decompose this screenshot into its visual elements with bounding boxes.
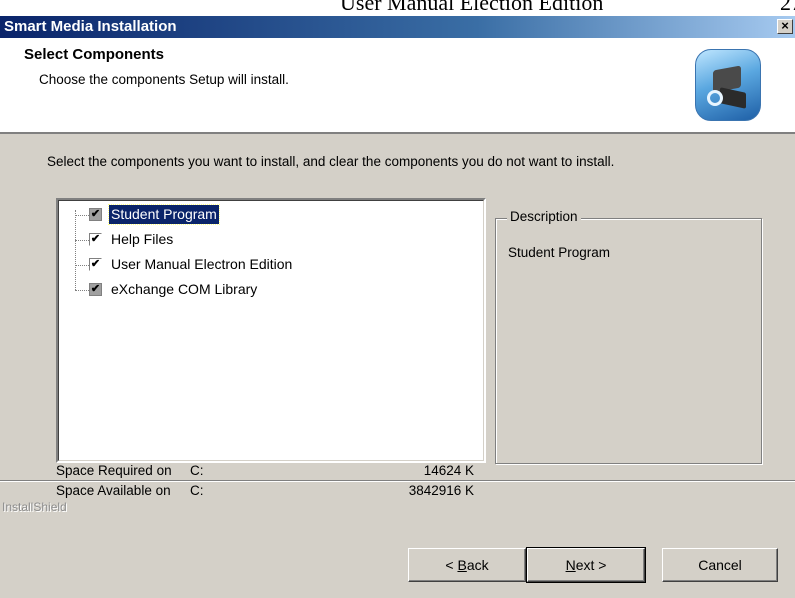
separator: [0, 480, 795, 482]
space-available-value: 3842916 K: [408, 483, 474, 498]
close-icon: ×: [781, 18, 789, 33]
keyboard-shape: [720, 87, 746, 109]
close-button[interactable]: ×: [777, 19, 793, 34]
space-required-drive: C:: [190, 463, 204, 478]
space-required-value: 14624 K: [423, 463, 474, 478]
cancel-button[interactable]: Cancel: [662, 548, 778, 582]
space-available-label: Space Available on: [56, 483, 171, 498]
page-header: User Manual Election Edition 27: [340, 0, 795, 14]
checkbox-user-manual[interactable]: ✔: [89, 258, 102, 271]
tree-connector: [75, 210, 76, 290]
page-number: 27: [780, 0, 795, 14]
space-required-row: Space Required on C: 14624 K: [56, 463, 474, 478]
tree-item-label: Help Files: [111, 231, 174, 247]
page-subtitle: Choose the components Setup will install…: [39, 72, 289, 87]
installer-computer-icon: [695, 49, 761, 121]
installshield-brand: InstallShield: [2, 500, 71, 514]
disc-shape: [707, 90, 723, 106]
tree-item-label: Student Program: [108, 204, 220, 225]
next-button[interactable]: Next >: [526, 547, 646, 583]
page-title: Select Components: [24, 46, 165, 63]
description-text: Student Program: [508, 245, 611, 260]
header-panel: Select Components Choose the components …: [0, 38, 795, 134]
checkbox-exchange-com[interactable]: ✔: [89, 283, 102, 296]
installer-window: Smart Media Installation × Select Compon…: [0, 15, 795, 598]
description-legend: Description: [507, 209, 581, 224]
space-available-row: Space Available on C: 3842916 K: [56, 483, 474, 498]
space-required-label: Space Required on: [56, 463, 172, 478]
back-button[interactable]: < Back: [408, 548, 526, 582]
description-group: Description Student Program: [495, 209, 762, 464]
title-bar[interactable]: Smart Media Installation ×: [0, 16, 795, 38]
tree-item-label: eXchange COM Library: [111, 281, 258, 297]
checkbox-help-files[interactable]: ✔: [89, 233, 102, 246]
components-tree[interactable]: ✔ Student Program ✔ Help Files ✔ User Ma…: [56, 198, 486, 463]
checkbox-student-program[interactable]: ✔: [89, 208, 102, 221]
tree-item-label: User Manual Electron Edition: [111, 256, 293, 272]
page-header-title: User Manual Election Edition: [340, 0, 604, 14]
window-title: Smart Media Installation: [4, 18, 177, 35]
space-available-drive: C:: [190, 483, 204, 498]
instructions-text: Select the components you want to instal…: [47, 154, 615, 169]
